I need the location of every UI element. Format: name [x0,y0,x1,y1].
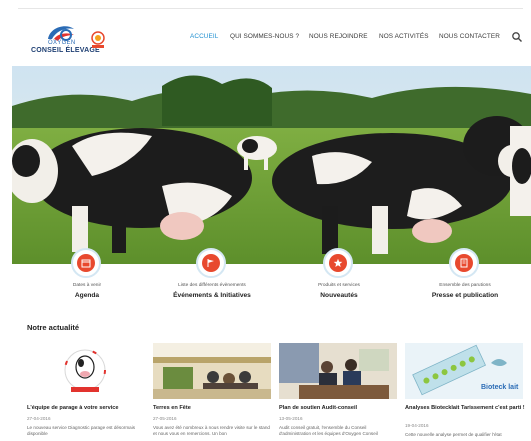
search-icon [512,32,522,42]
news-card-title[interactable]: Analyses Biotecklait Tarissement c'est p… [405,405,525,412]
star-icon [329,254,347,272]
feature-title: Presse et publication [431,292,499,299]
news-card-title[interactable]: Plan de soutien Audit-conseil [279,405,399,412]
news-card[interactable]: Terres en Fête 27-05-2016 Vous avez été … [153,343,271,441]
news-card[interactable]: Bioteck lait Analyses Biotecklait Tariss… [405,343,525,441]
book-icon [455,254,473,272]
nav-nous-rejoindre[interactable]: NOUS REJOINDRE [309,33,368,40]
feature-nouveautes[interactable]: Produits et services Nouveautés [279,248,399,308]
feature-circle [449,248,479,278]
feature-sub: Ensemble des parutions [439,283,491,288]
partner-badge [88,30,108,50]
news-card-text: Audit conseil gratuit, l'ensemble du Con… [279,425,378,436]
news-card[interactable]: L'équipe de parage à votre service 27-04… [27,343,145,441]
feature-presse[interactable]: Ensemble des parutions Presse et publica… [405,248,525,308]
news-card-title[interactable]: L'équipe de parage à votre service [27,405,147,412]
flag-icon [202,254,220,272]
news-image-audit-conseil[interactable] [279,343,397,399]
news-card-text: Le nouveau service Diagnostic parage est… [27,425,136,436]
nav-nos-activites[interactable]: NOS ACTIVITÉS [379,33,429,40]
feature-sub: Liste des différents évènements [178,283,246,288]
news-image-parage[interactable] [27,343,145,399]
feature-evenements[interactable]: Liste des différents évènements Événemen… [152,248,272,308]
nav-qui-sommes-nous[interactable]: QUI SOMMES-NOUS ? [230,33,299,40]
feature-sub: Dates à venir [72,283,102,288]
news-heading: Notre actualité [27,323,80,332]
brand-line1: OXYGEN [48,40,76,46]
nav-accueil[interactable]: ACCUEIL [190,33,218,40]
news-card-text: Cette nouvelle analyse permet de qualifi… [405,432,502,437]
calendar-icon [77,254,95,272]
news-card-text: Vous avez été nombreux à nous rendre vis… [153,425,270,436]
search-button[interactable] [511,30,523,42]
news-card-date: 13-05-2016 [279,416,303,421]
feature-circle [196,248,226,278]
hero-image [12,66,531,264]
nav-nous-contacter[interactable]: NOUS CONTACTER [439,33,500,40]
news-card[interactable]: Plan de soutien Audit-conseil 13-05-2016… [279,343,397,441]
news-card-title[interactable]: Terres en Fête [153,405,273,412]
feature-sub: Produits et services [318,283,360,288]
feature-title: Nouveautés [320,292,358,299]
news-card-date: 27-04-2016 [27,416,51,421]
feature-agenda[interactable]: Dates à venir Agenda [27,248,147,308]
feature-title: Événements & Initiatives [173,292,251,299]
cows-pasture-image [12,66,531,264]
feature-title: Agenda [74,292,100,299]
news-image-biotecklait[interactable]: Bioteck lait [405,343,523,399]
badge-icon [91,31,105,48]
news-image-terres-en-fete[interactable] [153,343,271,399]
header-divider [18,8,523,9]
feature-circle [71,248,101,278]
feature-circle [323,248,353,278]
biotecklait-label: Bioteck lait [481,384,519,391]
news-card-date: 27-05-2016 [153,416,177,421]
site-header: OXYGEN CONSEIL ÉLEVAGE ACCUEIL QUI SOMME… [0,0,531,66]
news-card-date: 19-04-2016 [405,423,429,428]
